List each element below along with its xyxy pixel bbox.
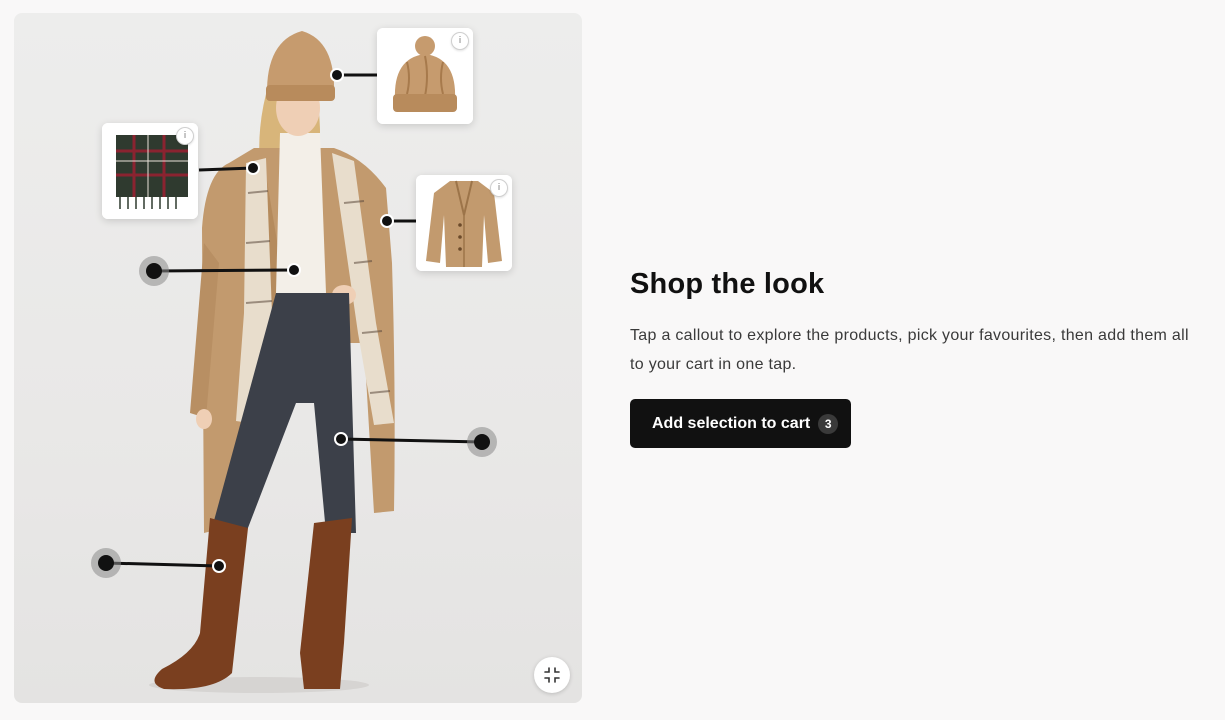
shop-the-look-panel: Shop the look Tap a callout to explore t… [630,268,1200,448]
add-selection-to-cart-button[interactable]: Add selection to cart 3 [630,399,852,448]
selection-count-badge: 3 [818,413,839,434]
model-photo [149,31,395,693]
panel-description: Tap a callout to explore the products, p… [630,327,1189,373]
panel-title: Shop the look [630,268,825,300]
info-icon[interactable]: i [490,179,508,197]
product-card-beanie[interactable]: i [377,28,473,124]
info-icon[interactable]: i [451,32,469,50]
look-image-stage: i i i [14,13,582,703]
collapse-view-button[interactable] [534,657,570,693]
collapse-icon [544,667,560,683]
cta-label: Add selection to cart [652,414,811,432]
info-icon[interactable]: i [176,127,194,145]
product-card-coat[interactable]: i [416,175,512,271]
product-card-scarf[interactable]: i [102,123,198,219]
